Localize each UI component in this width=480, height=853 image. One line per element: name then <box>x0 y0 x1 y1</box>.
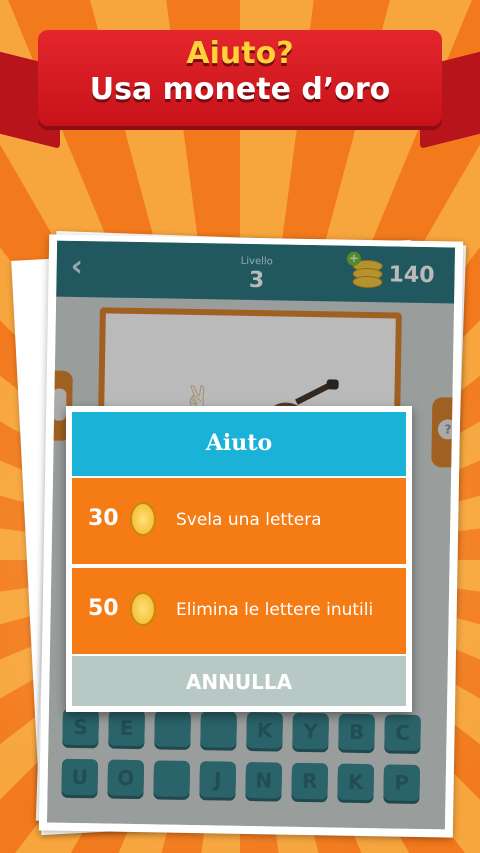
dialog-header: Aiuto <box>72 412 406 476</box>
gold-coin-icon <box>130 592 156 626</box>
gold-coin-icon <box>130 502 156 536</box>
option-cost: 50 <box>88 596 119 621</box>
option-label: Svela una lettera <box>176 510 322 530</box>
promo-subtitle: Usa monete d’oro <box>89 72 391 107</box>
cancel-button[interactable]: ANNULLA <box>72 656 406 706</box>
cancel-label: ANNULLA <box>185 670 293 694</box>
help-dialog: Aiuto 30 Svela una lettera 50 Elimina le… <box>66 406 412 712</box>
option-label: Elimina le lettere inutili <box>176 600 374 620</box>
remove-letters-option[interactable]: 50 Elimina le lettere inutili <box>72 568 406 654</box>
dialog-title: Aiuto <box>205 430 273 456</box>
reveal-letter-option[interactable]: 30 Svela una lettera <box>72 478 406 564</box>
promo-title: Aiuto? <box>186 36 294 71</box>
option-cost: 30 <box>88 506 119 531</box>
